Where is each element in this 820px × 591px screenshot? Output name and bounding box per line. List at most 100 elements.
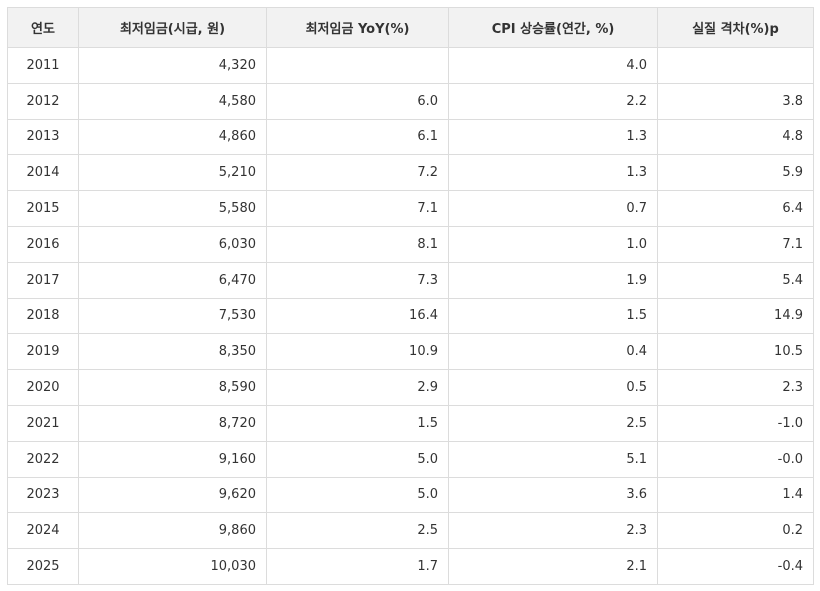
table-row: 2015 5,580 7.1 0.7 6.4	[7, 190, 814, 227]
header-year: 연도	[7, 7, 79, 48]
min-wage-yoy-cell: 7.3	[266, 261, 449, 299]
min-wage-yoy-cell	[266, 47, 449, 84]
table-row: 2017 6,470 7.3 1.9 5.4	[7, 261, 814, 299]
min-wage-cell: 8,720	[78, 404, 267, 442]
real-gap-cell: 7.1	[657, 225, 814, 263]
real-gap-cell: 1.4	[657, 476, 814, 514]
real-gap-cell: 5.9	[657, 154, 814, 192]
year-cell: 2025	[7, 548, 79, 585]
year-cell: 2014	[7, 154, 79, 192]
min-wage-yoy-cell: 2.5	[266, 512, 449, 550]
table-row: 2022 9,160 5.0 5.1 -0.0	[7, 440, 814, 478]
table-row: 2016 6,030 8.1 1.0 7.1	[7, 225, 814, 263]
table-row: 2012 4,580 6.0 2.2 3.8	[7, 82, 814, 120]
cpi-cell: 4.0	[448, 47, 658, 84]
header-min-wage: 최저임금(시급, 원)	[78, 7, 267, 48]
year-cell: 2015	[7, 190, 79, 227]
table-row: 2024 9,860 2.5 2.3 0.2	[7, 512, 814, 550]
header-min-wage-yoy: 최저임금 YoY(%)	[266, 7, 449, 48]
min-wage-cell: 5,210	[78, 154, 267, 192]
min-wage-yoy-cell: 5.0	[266, 476, 449, 514]
min-wage-cell: 9,620	[78, 476, 267, 514]
year-cell: 2018	[7, 297, 79, 335]
min-wage-yoy-cell: 1.7	[266, 548, 449, 585]
min-wage-cell: 6,470	[78, 261, 267, 299]
cpi-cell: 0.5	[448, 369, 658, 406]
real-gap-cell: 0.2	[657, 512, 814, 550]
table-row: 2023 9,620 5.0 3.6 1.4	[7, 476, 814, 514]
cpi-cell: 1.3	[448, 154, 658, 192]
real-gap-cell	[657, 47, 814, 84]
year-cell: 2017	[7, 261, 79, 299]
year-cell: 2020	[7, 369, 79, 406]
min-wage-cell: 6,030	[78, 225, 267, 263]
real-gap-cell: -0.4	[657, 548, 814, 585]
table-row: 2011 4,320 4.0	[7, 47, 814, 84]
real-gap-cell: 14.9	[657, 297, 814, 335]
min-wage-cell: 5,580	[78, 190, 267, 227]
real-gap-cell: 5.4	[657, 261, 814, 299]
table-row: 2014 5,210 7.2 1.3 5.9	[7, 154, 814, 192]
year-cell: 2013	[7, 118, 79, 156]
cpi-cell: 1.5	[448, 297, 658, 335]
min-wage-yoy-cell: 6.0	[266, 82, 449, 120]
year-cell: 2016	[7, 225, 79, 263]
real-gap-cell: 4.8	[657, 118, 814, 156]
min-wage-yoy-cell: 7.2	[266, 154, 449, 192]
min-wage-cell: 8,350	[78, 333, 267, 371]
real-gap-cell: 3.8	[657, 82, 814, 120]
min-wage-yoy-cell: 1.5	[266, 404, 449, 442]
table-row: 2020 8,590 2.9 0.5 2.3	[7, 369, 814, 406]
header-row: 연도 최저임금(시급, 원) 최저임금 YoY(%) CPI 상승률(연간, %…	[7, 7, 814, 48]
real-gap-cell: -0.0	[657, 440, 814, 478]
year-cell: 2012	[7, 82, 79, 120]
table-row: 2019 8,350 10.9 0.4 10.5	[7, 333, 814, 371]
cpi-cell: 2.5	[448, 404, 658, 442]
cpi-cell: 3.6	[448, 476, 658, 514]
table-row: 2025 10,030 1.7 2.1 -0.4	[7, 548, 814, 585]
year-cell: 2024	[7, 512, 79, 550]
cpi-cell: 2.3	[448, 512, 658, 550]
cpi-cell: 1.0	[448, 225, 658, 263]
table-body: 2011 4,320 4.0 2012 4,580 6.0 2.2 3.8 2013 4,860 6…	[7, 47, 814, 585]
cpi-cell: 5.1	[448, 440, 658, 478]
header-cpi: CPI 상승률(연간, %)	[448, 7, 658, 48]
table-row: 2018 7,530 16.4 1.5 14.9	[7, 297, 814, 335]
header-real-gap: 실질 격차(%)p	[657, 7, 814, 48]
year-cell: 2021	[7, 404, 79, 442]
min-wage-cell: 9,160	[78, 440, 267, 478]
min-wage-yoy-cell: 10.9	[266, 333, 449, 371]
table-row: 2021 8,720 1.5 2.5 -1.0	[7, 404, 814, 442]
year-cell: 2019	[7, 333, 79, 371]
min-wage-yoy-cell: 5.0	[266, 440, 449, 478]
table-header: 연도 최저임금(시급, 원) 최저임금 YoY(%) CPI 상승률(연간, %…	[7, 7, 814, 48]
real-gap-cell: 6.4	[657, 190, 814, 227]
min-wage-cell: 4,320	[78, 47, 267, 84]
min-wage-yoy-cell: 8.1	[266, 225, 449, 263]
min-wage-cell: 7,530	[78, 297, 267, 335]
cpi-cell: 2.1	[448, 548, 658, 585]
real-gap-cell: 10.5	[657, 333, 814, 371]
min-wage-yoy-cell: 16.4	[266, 297, 449, 335]
minimum-wage-cpi-table: 연도 최저임금(시급, 원) 최저임금 YoY(%) CPI 상승률(연간, %…	[7, 7, 814, 585]
table-row: 2013 4,860 6.1 1.3 4.8	[7, 118, 814, 156]
real-gap-cell: 2.3	[657, 369, 814, 406]
cpi-cell: 1.9	[448, 261, 658, 299]
min-wage-yoy-cell: 6.1	[266, 118, 449, 156]
min-wage-cell: 9,860	[78, 512, 267, 550]
cpi-cell: 0.4	[448, 333, 658, 371]
min-wage-cell: 8,590	[78, 369, 267, 406]
min-wage-yoy-cell: 2.9	[266, 369, 449, 406]
min-wage-cell: 4,860	[78, 118, 267, 156]
cpi-cell: 1.3	[448, 118, 658, 156]
cpi-cell: 2.2	[448, 82, 658, 120]
min-wage-yoy-cell: 7.1	[266, 190, 449, 227]
year-cell: 2022	[7, 440, 79, 478]
min-wage-cell: 10,030	[78, 548, 267, 585]
year-cell: 2023	[7, 476, 79, 514]
year-cell: 2011	[7, 47, 79, 84]
cpi-cell: 0.7	[448, 190, 658, 227]
data-table-container: 연도 최저임금(시급, 원) 최저임금 YoY(%) CPI 상승률(연간, %…	[7, 7, 814, 585]
min-wage-cell: 4,580	[78, 82, 267, 120]
real-gap-cell: -1.0	[657, 404, 814, 442]
